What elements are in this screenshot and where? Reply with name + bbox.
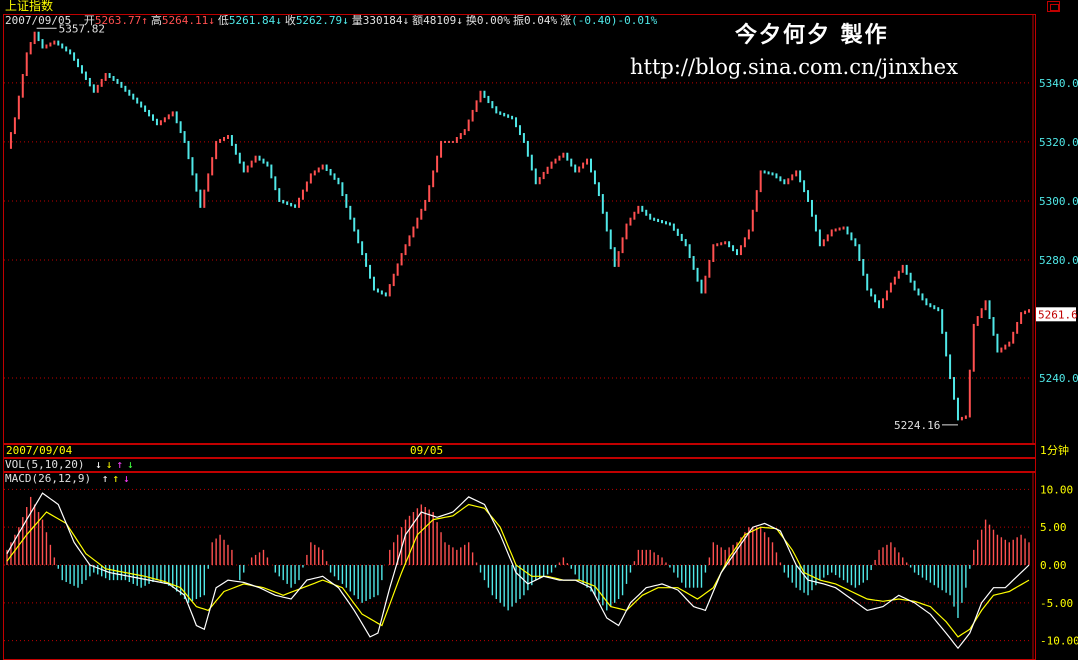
low-label: 5224.16 (894, 419, 940, 432)
macd-tick-label: -5.00 (1040, 597, 1073, 610)
price-tick-label: 5280.0 (1039, 254, 1078, 267)
price-tick-label: 5300.0 (1039, 195, 1078, 208)
price-tick-label: 5340.0 (1039, 77, 1078, 90)
macd-tick-label: 0.00 (1040, 559, 1067, 572)
price-tick-label: 5320.0 (1039, 136, 1078, 149)
price-tick-label: 5240.0 (1039, 372, 1078, 385)
current-price-label: 5261.6 (1038, 308, 1078, 321)
stock-chart: 上证指数 2007/09/05 开5263.77↑ 高5264.11↓ 低5261.… (0, 0, 1078, 660)
chart-canvas: 5340.0 5320.0 5300.0 5280.0 5240.0 5357.82 522… (4, 15, 1078, 660)
macd-tick-label: -10.00 (1040, 635, 1078, 648)
macd-tick-label: 10.00 (1040, 483, 1073, 496)
high-label: 5357.82 (59, 22, 105, 35)
macd-tick-label: 5.00 (1040, 521, 1067, 534)
